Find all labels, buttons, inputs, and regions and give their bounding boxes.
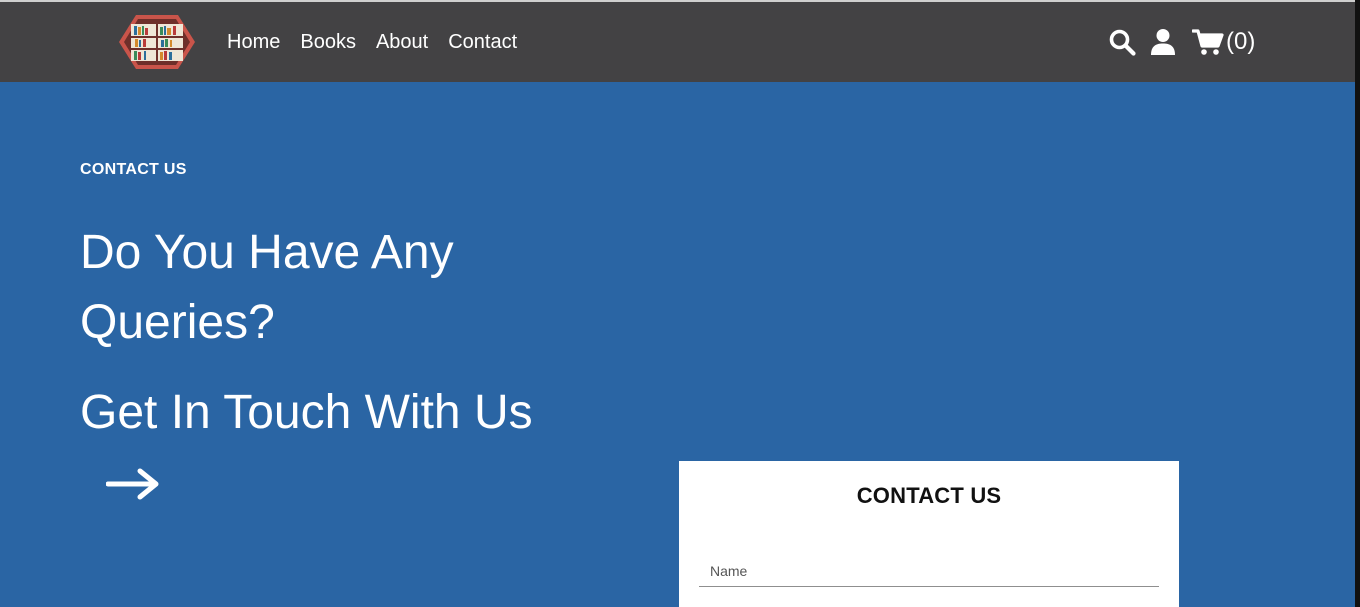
nav-about-link[interactable]: About [376, 31, 428, 54]
nav-actions: (0) [1108, 2, 1255, 82]
hero-heading-get-in-touch: Get In Touch With Us [80, 378, 600, 520]
scrollbar[interactable] [1355, 0, 1360, 607]
arrow-right-icon [105, 450, 160, 520]
nav-home-link[interactable]: Home [227, 31, 280, 54]
search-icon[interactable] [1108, 28, 1136, 56]
nav-books-link[interactable]: Books [300, 31, 356, 54]
bookshelf-logo-icon[interactable] [118, 13, 196, 71]
hero-heading-queries: Do You Have Any Queries? [80, 226, 454, 349]
navbar: Home Books About Contact (0) [0, 2, 1355, 82]
get-in-touch-text: Get In Touch With Us [80, 386, 533, 439]
cart-icon [1192, 28, 1224, 56]
cart-button[interactable]: (0) [1192, 28, 1255, 56]
name-field[interactable] [699, 555, 1159, 587]
contact-form-card: CONTACT US [679, 461, 1179, 607]
nav-contact-link[interactable]: Contact [448, 31, 517, 54]
cart-count: (0) [1226, 28, 1256, 55]
main-nav: Home Books About Contact [227, 2, 517, 82]
user-icon[interactable] [1150, 28, 1176, 56]
form-title: CONTACT US [856, 483, 1002, 508]
section-eyebrow: CONTACT US [80, 161, 187, 178]
